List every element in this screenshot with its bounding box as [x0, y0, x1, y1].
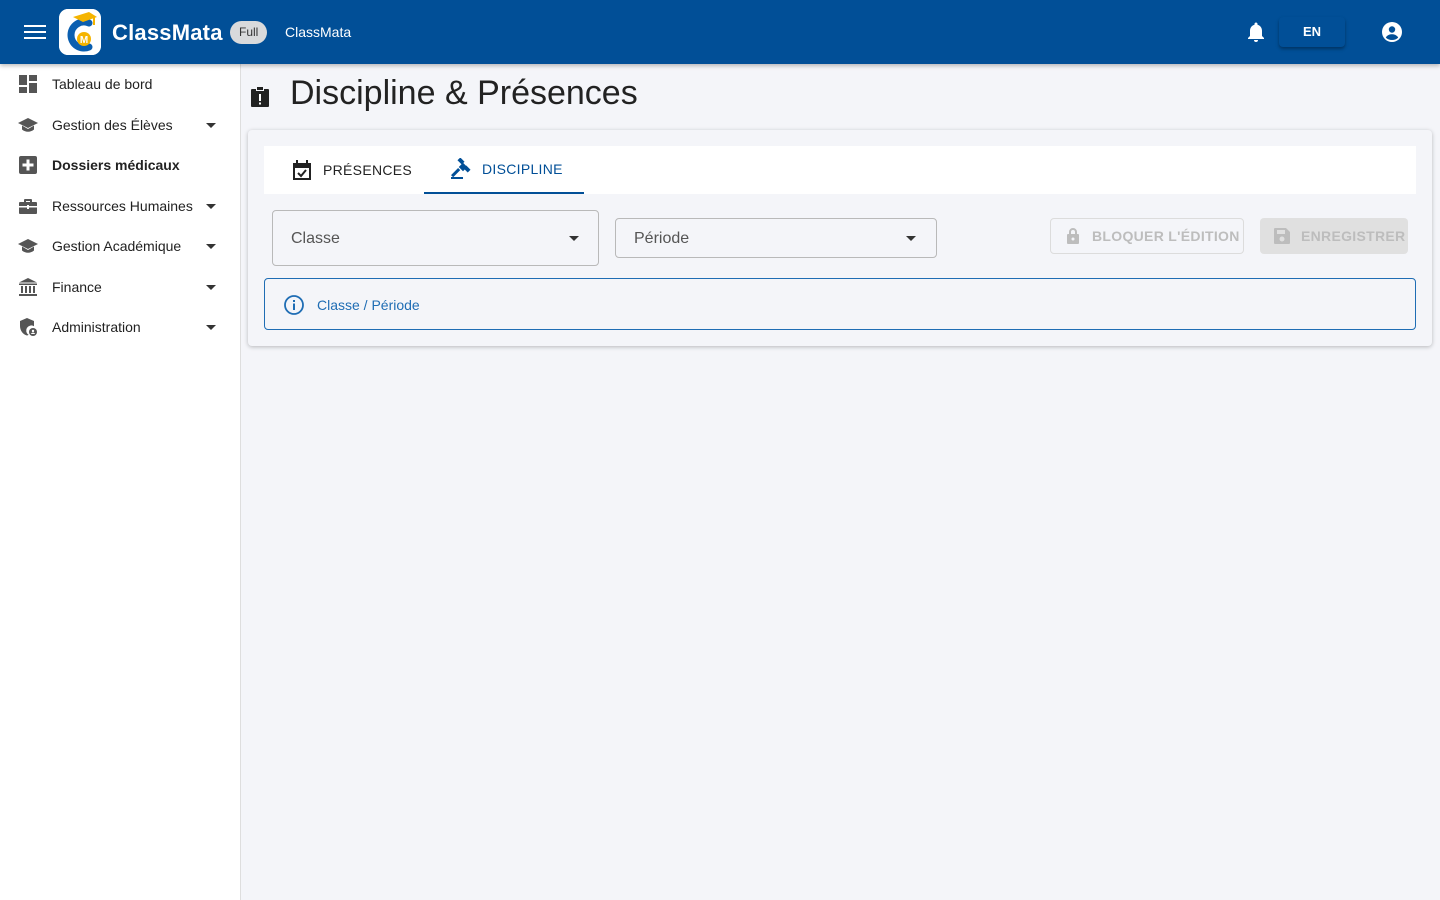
school-icon	[18, 239, 38, 253]
chevron-down-icon	[206, 123, 216, 128]
brand-name: ClassMata	[112, 20, 223, 45]
tab-discipline[interactable]: DISCIPLINE	[424, 146, 584, 194]
page-title: Discipline & Présences	[290, 74, 638, 112]
info-icon	[284, 295, 304, 315]
chevron-down-icon	[206, 325, 216, 330]
save-button[interactable]: ENREGISTRER	[1260, 218, 1408, 254]
school-icon	[18, 118, 38, 132]
classe-select-label: Classe	[291, 230, 340, 247]
info-message: Classe / Période	[317, 297, 420, 313]
sidebar-item-label: Ressources Humaines	[52, 198, 193, 214]
notifications-bell-icon[interactable]	[1246, 21, 1266, 43]
info-alert: Classe / Période	[264, 278, 1416, 330]
dashboard-icon	[19, 75, 37, 93]
sidebar-item-tableau-de-bord[interactable]: Tableau de bord	[0, 64, 240, 104]
sidebar-item-label: Gestion des Élèves	[52, 117, 173, 133]
sidebar: Tableau de bord Gestion des Élèves Dossi…	[0, 64, 241, 900]
periode-select[interactable]: Période	[615, 218, 937, 258]
tab-bar: PRÉSENCES DISCIPLINE	[264, 146, 1416, 194]
sidebar-item-finance[interactable]: Finance	[0, 267, 240, 307]
gavel-icon	[451, 158, 471, 179]
lock-icon	[1067, 228, 1079, 244]
save-label: ENREGISTRER	[1301, 228, 1406, 244]
app-subtitle: ClassMata	[285, 24, 352, 40]
chevron-down-icon	[569, 236, 579, 241]
sidebar-item-gestion-eleves[interactable]: Gestion des Élèves	[0, 105, 240, 145]
tab-presences[interactable]: PRÉSENCES	[291, 146, 412, 194]
sidebar-item-dossiers-medicaux[interactable]: Dossiers médicaux	[0, 145, 240, 185]
sidebar-item-gestion-academique[interactable]: Gestion Académique	[0, 226, 240, 266]
tab-label: PRÉSENCES	[323, 162, 413, 178]
clipboard-alert-icon	[250, 86, 270, 108]
admin-shield-icon	[20, 318, 37, 336]
sidebar-item-ressources-humaines[interactable]: Ressources Humaines	[0, 186, 240, 226]
calendar-check-icon	[293, 160, 311, 180]
tab-label: DISCIPLINE	[482, 161, 563, 177]
save-icon	[1274, 228, 1290, 244]
lock-editing-label: BLOQUER L'ÉDITION	[1092, 228, 1240, 244]
lock-editing-button[interactable]: BLOQUER L'ÉDITION	[1050, 218, 1244, 254]
account-icon[interactable]	[1381, 21, 1403, 43]
sidebar-item-label: Gestion Académique	[52, 238, 182, 254]
chevron-down-icon	[206, 285, 216, 290]
sidebar-item-label: Dossiers médicaux	[52, 157, 180, 173]
app-logo: M	[59, 9, 101, 55]
periode-select-label: Période	[634, 230, 690, 247]
language-button[interactable]: EN	[1279, 17, 1345, 47]
app-header: M ClassMata Full ClassMata EN	[0, 0, 1440, 64]
chevron-down-icon	[906, 236, 916, 241]
sidebar-item-label: Tableau de bord	[52, 76, 153, 92]
bank-icon	[19, 278, 37, 296]
sidebar-item-label: Administration	[52, 319, 141, 335]
menu-icon[interactable]	[24, 22, 46, 42]
classe-select[interactable]: Classe	[272, 210, 599, 266]
briefcase-icon	[19, 199, 37, 214]
sidebar-item-administration[interactable]: Administration	[0, 307, 240, 347]
plan-badge: Full	[230, 21, 268, 44]
chevron-down-icon	[206, 204, 216, 209]
svg-text:M: M	[80, 35, 88, 46]
chevron-down-icon	[206, 244, 216, 249]
sidebar-item-label: Finance	[52, 279, 102, 295]
medical-icon	[19, 156, 37, 174]
